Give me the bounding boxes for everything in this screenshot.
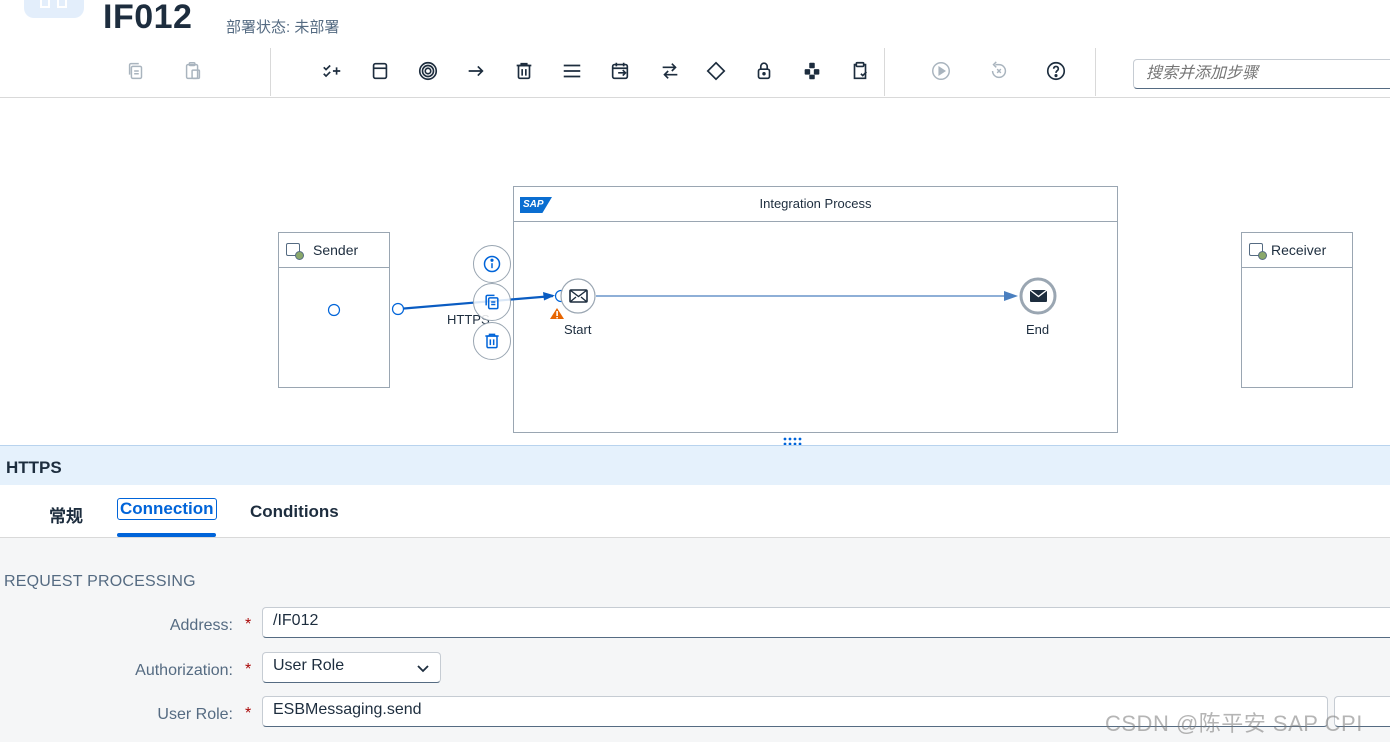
editor-toolbar	[0, 46, 1390, 98]
delete-button[interactable]	[509, 56, 539, 86]
add-step-icon	[323, 64, 341, 78]
connection-arrowhead	[543, 292, 555, 301]
message-flow-arrowhead	[1004, 291, 1018, 301]
user-role-label: User Role:	[157, 706, 233, 723]
paste-icon	[185, 62, 201, 80]
tab-conditions[interactable]: Conditions	[250, 502, 339, 522]
connect-icon	[468, 65, 484, 77]
routing-icon	[706, 61, 726, 81]
cubes-icon	[804, 62, 820, 80]
call-button[interactable]	[605, 56, 635, 86]
end-event-label: End	[1026, 322, 1050, 337]
step-search-input[interactable]	[1133, 59, 1390, 89]
deploy-status: 部署状态: 未部署	[226, 19, 340, 36]
events-button[interactable]	[413, 56, 443, 86]
play-icon	[932, 62, 950, 80]
participant-button[interactable]	[365, 56, 395, 86]
required-marker: *	[245, 616, 252, 633]
chevron-down-icon	[417, 665, 429, 673]
properties-tabs: 常规 Connection Conditions	[0, 485, 1390, 538]
help-button[interactable]	[1041, 56, 1071, 86]
address-field[interactable]: /IF012	[262, 607, 1390, 638]
toolbar-separator	[1095, 48, 1096, 96]
security-button[interactable]	[749, 56, 779, 86]
menu-icon	[563, 64, 581, 78]
start-event-label: Start	[564, 322, 592, 337]
required-marker: *	[245, 661, 252, 678]
properties-panel-header: HTTPS	[0, 445, 1390, 485]
info-icon	[483, 255, 501, 273]
section-title: REQUEST PROCESSING	[4, 573, 196, 590]
app-root: IF012 部署状态: 未部署 搜索并添加步骤 Sender SAP Integ…	[0, 0, 1390, 742]
call-icon	[611, 62, 629, 80]
integration-flow-canvas[interactable]: Sender SAP Integration Process Receiver	[0, 99, 1390, 441]
help-icon	[1046, 61, 1066, 81]
tab-connection[interactable]: Connection	[117, 498, 217, 520]
connect-button[interactable]	[461, 56, 491, 86]
active-tab-indicator	[117, 533, 216, 537]
toolbar-separator	[884, 48, 885, 96]
routing-button[interactable]	[701, 56, 731, 86]
copy-icon	[485, 294, 499, 310]
required-marker: *	[245, 705, 252, 722]
tab-general[interactable]: 常规	[49, 502, 83, 527]
address-label: Address:	[169, 617, 233, 634]
properties-panel-title: HTTPS	[6, 458, 62, 477]
menu-button[interactable]	[557, 56, 587, 86]
lock-icon	[757, 62, 771, 80]
authorization-select[interactable]: User Role	[262, 652, 441, 683]
paste-button[interactable]	[178, 56, 208, 86]
transform-button[interactable]	[655, 56, 685, 86]
delete-icon	[485, 333, 499, 349]
logo-square	[57, 0, 67, 8]
clipboard-check-icon	[853, 61, 868, 80]
logo-square	[40, 0, 50, 8]
delete-icon	[516, 62, 532, 80]
copy-context-button[interactable]	[473, 283, 511, 321]
add-step-button[interactable]	[317, 56, 347, 86]
participant-icon	[372, 62, 388, 80]
authorization-value: User Role	[273, 657, 345, 674]
reset-icon	[991, 61, 1007, 79]
copy-button[interactable]	[121, 56, 151, 86]
reset-simulation-button[interactable]	[984, 56, 1014, 86]
sender-anchor[interactable]	[327, 303, 341, 317]
events-icon	[418, 61, 438, 81]
validator-button[interactable]	[845, 56, 875, 86]
simulate-button[interactable]	[926, 56, 956, 86]
app-logo	[24, 0, 84, 18]
page-title: IF012	[103, 0, 193, 36]
transform-icon	[662, 63, 678, 79]
toolbar-separator	[270, 48, 271, 96]
delete-context-button[interactable]	[473, 322, 511, 360]
watermark: CSDN @陈平安 SAP CPI	[1105, 711, 1363, 736]
connection-source-handle[interactable]	[391, 302, 405, 316]
authorization-label: Authorization:	[135, 662, 233, 679]
copy-icon	[128, 62, 143, 80]
info-context-button[interactable]	[473, 245, 511, 283]
persistence-button[interactable]	[797, 56, 827, 86]
flow-lines	[327, 277, 1057, 319]
